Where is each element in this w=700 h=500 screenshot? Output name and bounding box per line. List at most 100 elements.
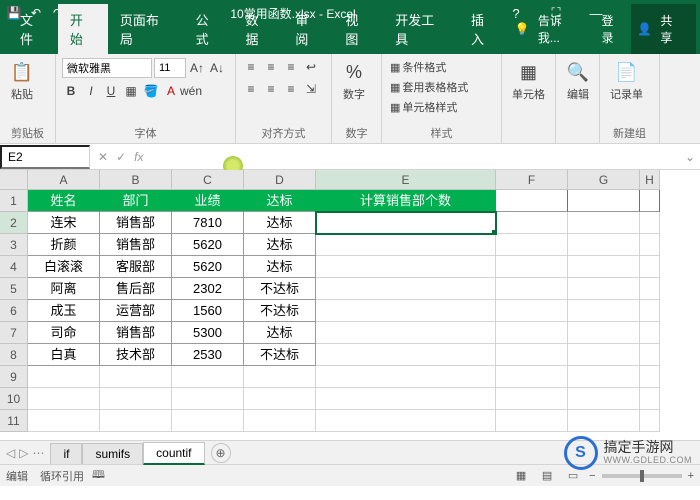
align-right-icon[interactable]: ≡ (282, 80, 300, 98)
cell[interactable] (640, 256, 660, 278)
cell[interactable] (172, 366, 244, 388)
cell[interactable] (100, 388, 172, 410)
cell[interactable]: 技术部 (100, 344, 172, 366)
cell[interactable] (496, 212, 568, 234)
cell[interactable]: 售后部 (100, 278, 172, 300)
cell[interactable]: 不达标 (244, 344, 316, 366)
row-header[interactable]: 1 (0, 190, 28, 212)
row-header[interactable]: 8 (0, 344, 28, 366)
cell[interactable] (496, 410, 568, 432)
cell[interactable]: 不达标 (244, 300, 316, 322)
cell[interactable]: 阿离 (28, 278, 100, 300)
cell[interactable]: 7810 (172, 212, 244, 234)
col-header[interactable]: C (172, 170, 244, 190)
cell[interactable] (316, 344, 496, 366)
cell-style-button[interactable]: ▦ 单元格样式 (388, 98, 459, 116)
row-header[interactable]: 4 (0, 256, 28, 278)
cell[interactable]: 达标 (244, 190, 316, 212)
cell[interactable]: 业绩 (172, 190, 244, 212)
cell[interactable] (568, 366, 640, 388)
col-header[interactable]: H (640, 170, 660, 190)
cell[interactable] (640, 278, 660, 300)
row-header[interactable]: 6 (0, 300, 28, 322)
col-header[interactable]: F (496, 170, 568, 190)
phonetic-icon[interactable]: wén (182, 82, 200, 100)
cell[interactable]: 5620 (172, 256, 244, 278)
fill-color-icon[interactable]: 🪣 (142, 82, 160, 100)
cell[interactable] (640, 388, 660, 410)
col-header[interactable]: D (244, 170, 316, 190)
expand-formula-bar-icon[interactable]: ⌄ (680, 150, 700, 164)
tab-formula[interactable]: 公式 (184, 4, 234, 54)
cell[interactable]: 白滚滚 (28, 256, 100, 278)
cell[interactable] (28, 366, 100, 388)
cell[interactable] (496, 322, 568, 344)
sheet-tab-sumifs[interactable]: sumifs (82, 443, 143, 464)
cell[interactable] (640, 212, 660, 234)
row-header[interactable]: 5 (0, 278, 28, 300)
cell[interactable] (640, 190, 660, 212)
cell[interactable] (316, 322, 496, 344)
zoom-out-icon[interactable]: − (589, 470, 595, 482)
cell[interactable]: 不达标 (244, 278, 316, 300)
font-name-input[interactable] (62, 58, 152, 78)
cell[interactable] (100, 410, 172, 432)
tell-me[interactable]: 💡告诉我... (509, 4, 596, 54)
sheet-tab-if[interactable]: if (50, 443, 82, 464)
formula-bar[interactable] (151, 154, 680, 160)
tab-data[interactable]: 数据 (234, 4, 284, 54)
cell[interactable] (244, 388, 316, 410)
cond-format-button[interactable]: ▦ 条件格式 (388, 58, 448, 76)
row-header[interactable]: 11 (0, 410, 28, 432)
col-header[interactable]: A (28, 170, 100, 190)
tab-layout[interactable]: 页面布局 (108, 4, 184, 54)
tab-view[interactable]: 视图 (333, 4, 383, 54)
cell[interactable] (640, 410, 660, 432)
cell[interactable]: 销售部 (100, 322, 172, 344)
cell[interactable] (28, 388, 100, 410)
cell[interactable]: 达标 (244, 322, 316, 344)
cell[interactable] (640, 234, 660, 256)
add-sheet-icon[interactable]: ⊕ (211, 443, 231, 463)
cancel-formula-icon[interactable]: ✕ (98, 150, 108, 164)
cell[interactable] (640, 300, 660, 322)
cell[interactable] (316, 300, 496, 322)
cell[interactable] (316, 278, 496, 300)
cell[interactable] (496, 344, 568, 366)
cell[interactable] (172, 410, 244, 432)
cell[interactable] (496, 278, 568, 300)
cell[interactable]: 达标 (244, 212, 316, 234)
cell[interactable]: 销售部 (100, 234, 172, 256)
align-bot-icon[interactable]: ≡ (282, 58, 300, 76)
share-button[interactable]: 👤共享 (631, 4, 696, 54)
cell[interactable]: 姓名 (28, 190, 100, 212)
cell[interactable] (568, 300, 640, 322)
cell[interactable]: 1560 (172, 300, 244, 322)
row-header[interactable]: 10 (0, 388, 28, 410)
book-icon[interactable]: 🕮 (92, 466, 105, 485)
col-header[interactable]: E (316, 170, 496, 190)
next-sheet-icon[interactable]: ▷ (19, 446, 28, 460)
normal-view-icon[interactable]: ▦ (511, 468, 531, 484)
select-all-corner[interactable] (0, 170, 28, 190)
cell[interactable] (568, 212, 640, 234)
cell[interactable] (568, 190, 640, 212)
cell[interactable] (244, 410, 316, 432)
cell[interactable]: 折颜 (28, 234, 100, 256)
cell[interactable] (496, 300, 568, 322)
sheet-dots-icon[interactable]: ⋯ (32, 446, 44, 460)
cell[interactable]: 白真 (28, 344, 100, 366)
cell[interactable] (568, 256, 640, 278)
prev-sheet-icon[interactable]: ◁ (6, 446, 15, 460)
cell[interactable] (496, 256, 568, 278)
cell[interactable] (316, 410, 496, 432)
cell[interactable] (568, 344, 640, 366)
align-mid-icon[interactable]: ≡ (262, 58, 280, 76)
tab-file[interactable]: 文件 (8, 4, 58, 54)
cell[interactable]: 成玉 (28, 300, 100, 322)
cell[interactable]: 2530 (172, 344, 244, 366)
cell[interactable]: 5620 (172, 234, 244, 256)
cell[interactable]: 销售部 (100, 212, 172, 234)
tab-dev[interactable]: 开发工具 (383, 4, 459, 54)
cell[interactable] (496, 190, 568, 212)
